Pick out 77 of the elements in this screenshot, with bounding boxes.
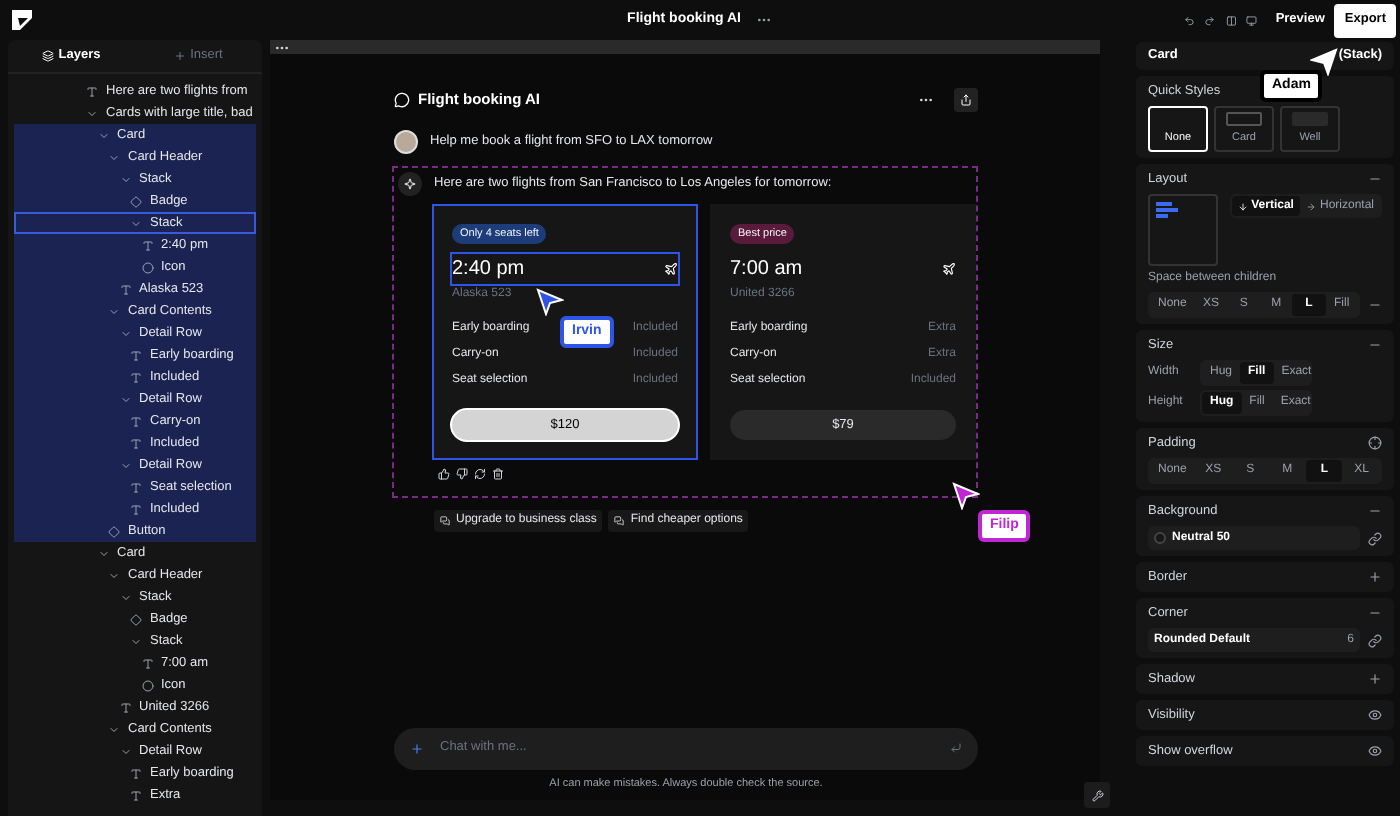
share-icon [960, 94, 972, 106]
minus-icon[interactable] [1368, 606, 1382, 620]
layout-preview [1148, 194, 1218, 266]
eye-icon[interactable] [1368, 708, 1382, 722]
circle-icon [141, 261, 153, 273]
chevron-down-icon[interactable] [130, 635, 142, 647]
text-layer-icon [86, 85, 98, 97]
text-layer-icon [130, 789, 142, 801]
plus-icon[interactable] [410, 741, 424, 756]
redo-icon[interactable] [1204, 13, 1216, 27]
text-layer-icon [130, 767, 142, 779]
text-layer-icon [119, 701, 131, 713]
text-layer-icon [130, 371, 142, 383]
message-icon [440, 516, 450, 527]
panel-icon[interactable] [1225, 13, 1237, 27]
chevron-down-icon[interactable] [97, 129, 109, 141]
plus-icon[interactable] [1368, 672, 1382, 686]
component-icon [108, 525, 120, 537]
text-layer-icon [130, 349, 142, 361]
chevron-down-icon[interactable] [108, 305, 120, 317]
chevron-down-icon[interactable] [97, 547, 109, 559]
chevron-down-icon[interactable] [119, 393, 131, 405]
logo-icon [12, 10, 32, 30]
chevron-down-icon[interactable] [119, 745, 131, 757]
target-icon[interactable] [1368, 436, 1382, 450]
refresh-icon[interactable] [474, 468, 486, 481]
thumbs-up-icon[interactable] [438, 468, 450, 481]
chevron-down-icon[interactable] [130, 217, 142, 229]
text-layer-icon [130, 503, 142, 515]
enter-icon [950, 742, 962, 755]
chevron-down-icon[interactable] [108, 569, 120, 581]
share-button[interactable] [954, 88, 978, 112]
link-icon[interactable] [1368, 633, 1382, 647]
sparkle-icon [398, 172, 422, 196]
chevron-down-icon[interactable] [119, 591, 131, 603]
monitor-icon[interactable] [1246, 13, 1258, 27]
minus-icon[interactable] [1368, 338, 1382, 352]
chevron-down-icon[interactable] [119, 173, 131, 185]
tool-button[interactable] [1084, 782, 1110, 808]
plane-icon [664, 262, 678, 277]
eye-icon[interactable] [1368, 744, 1382, 758]
text-layer-icon [141, 239, 153, 251]
arrow-down-icon [1237, 201, 1248, 211]
chevron-down-icon[interactable] [119, 459, 131, 471]
circle-icon [141, 679, 153, 691]
thumbs-down-icon[interactable] [456, 468, 468, 481]
minus-icon[interactable] [1368, 298, 1382, 312]
plus-icon [174, 50, 187, 62]
message-icon [614, 516, 625, 527]
text-layer-icon [141, 657, 153, 669]
style-preview [1226, 111, 1262, 126]
departure-time: 7:00 am [730, 256, 803, 285]
chat-icon [394, 92, 410, 108]
color-swatch [1154, 532, 1166, 544]
avatar [394, 130, 418, 154]
plane-icon [942, 262, 956, 277]
text-layer-icon [130, 437, 142, 449]
departure-time: 2:40 pm [452, 256, 525, 285]
text-layer-icon [130, 481, 142, 493]
text-layer-icon [130, 415, 142, 427]
plus-icon[interactable] [1368, 570, 1382, 584]
chevron-down-icon[interactable] [108, 151, 120, 163]
style-preview [1292, 111, 1328, 126]
chevron-down-icon[interactable] [86, 107, 98, 119]
layers-icon [42, 50, 55, 62]
link-icon[interactable] [1368, 531, 1382, 545]
text-layer-icon [119, 283, 131, 295]
wrench-icon [1091, 789, 1103, 801]
chevron-down-icon[interactable] [108, 723, 120, 735]
component-icon [130, 195, 142, 207]
arrow-right-icon [1305, 201, 1316, 211]
trash-icon[interactable] [492, 468, 504, 481]
component-icon [130, 613, 142, 625]
minus-icon[interactable] [1368, 504, 1382, 518]
chevron-down-icon[interactable] [119, 327, 131, 339]
minus-icon[interactable] [1368, 172, 1382, 186]
undo-icon[interactable] [1184, 13, 1195, 27]
